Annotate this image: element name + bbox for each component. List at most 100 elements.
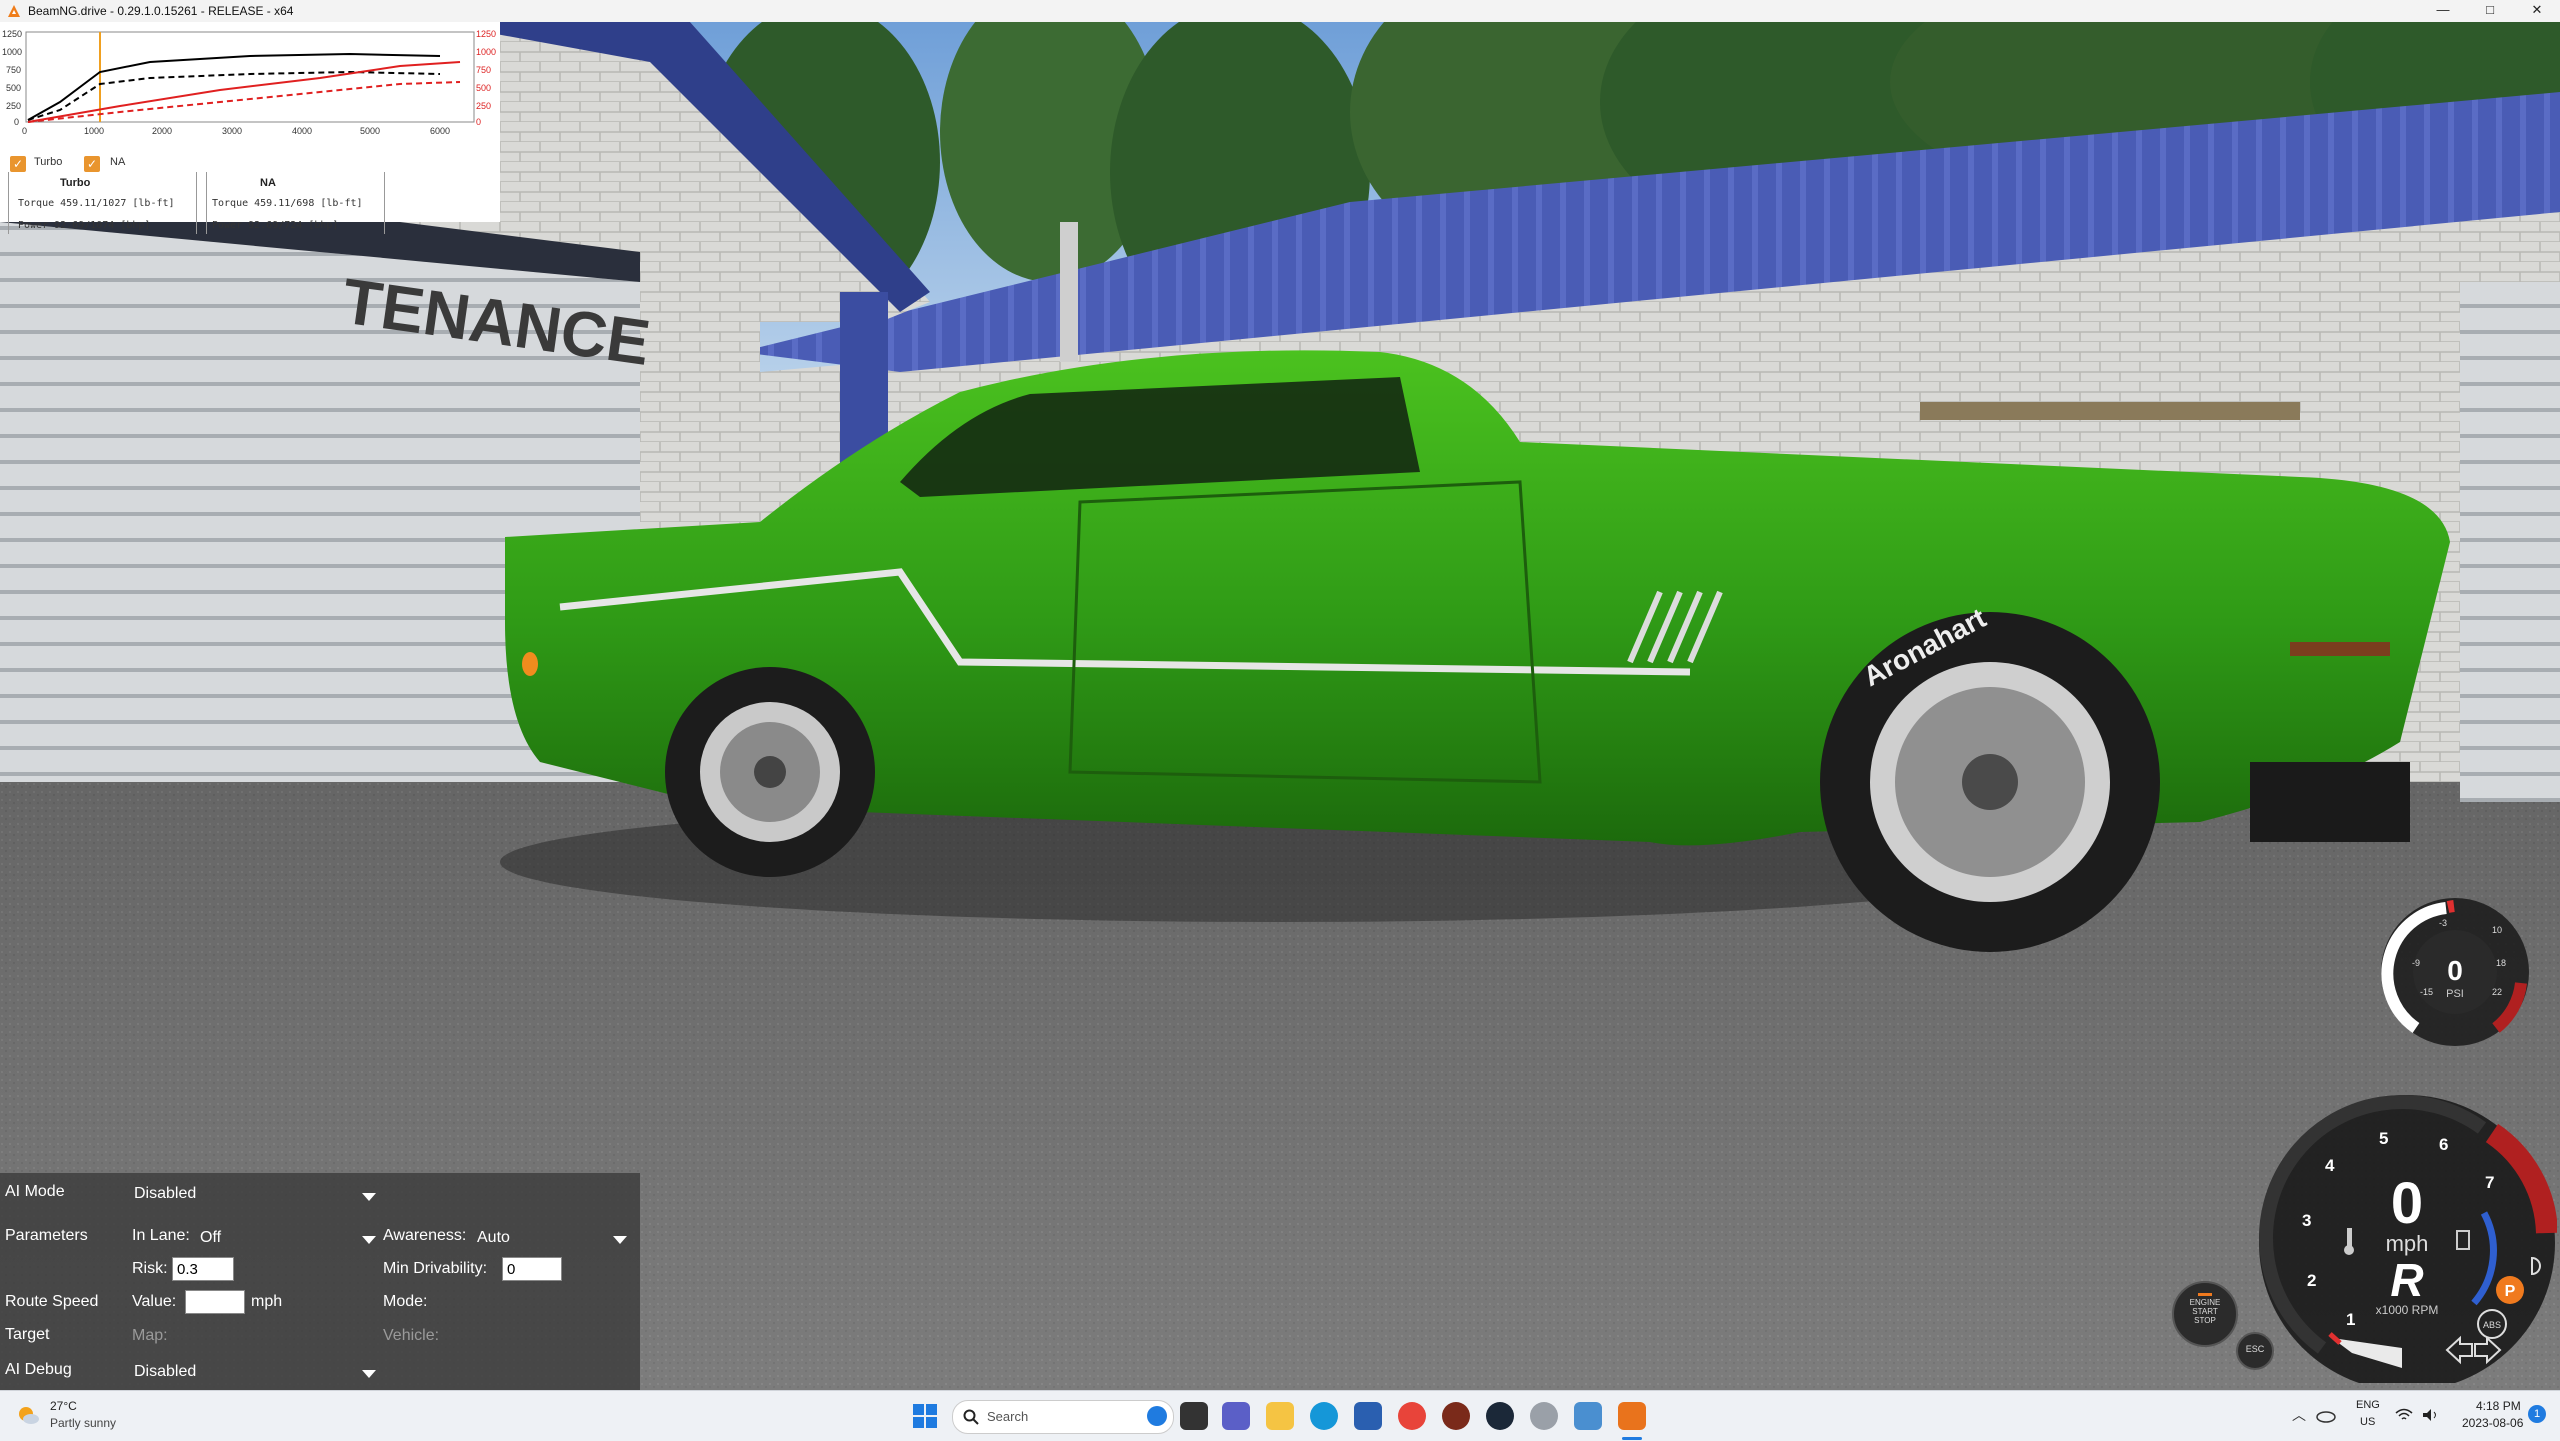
parameters-label: Parameters bbox=[5, 1227, 88, 1244]
language-region[interactable]: US bbox=[2360, 1416, 2375, 1428]
na-checkbox[interactable]: ✓ bbox=[84, 156, 100, 172]
x-tick: 4000 bbox=[292, 126, 312, 136]
awareness-select[interactable]: Auto bbox=[477, 1229, 510, 1247]
notification-badge[interactable]: 1 bbox=[2528, 1405, 2546, 1423]
rpm-tick: 3 bbox=[2302, 1211, 2311, 1230]
route-speed-input[interactable] bbox=[185, 1290, 245, 1314]
clock-date[interactable]: 2023-08-06 bbox=[2462, 1416, 2523, 1430]
engine-btn-line: ENGINE bbox=[2189, 1298, 2221, 1307]
vehicle-label: Vehicle: bbox=[383, 1327, 440, 1344]
edge-browser-icon[interactable] bbox=[1310, 1402, 1338, 1430]
in-lane-label: In Lane: bbox=[132, 1227, 190, 1244]
microsoft-store-icon[interactable] bbox=[1354, 1402, 1382, 1430]
boost-tick: -3 bbox=[2439, 918, 2447, 928]
beamng-taskbar-icon[interactable] bbox=[1618, 1402, 1646, 1430]
engine-start-stop-button[interactable]: ENGINE START STOP bbox=[2172, 1281, 2238, 1347]
ai-debug-label: AI Debug bbox=[5, 1361, 72, 1378]
na-torque-readout: Torque 459.11/698 [lb-ft] bbox=[212, 198, 363, 209]
divider bbox=[384, 172, 385, 234]
file-explorer-icon[interactable] bbox=[1266, 1402, 1294, 1430]
rpm-tick: 7 bbox=[2485, 1173, 2494, 1192]
awareness-label: Awareness: bbox=[383, 1227, 467, 1244]
taskbar-search-box[interactable]: Search bbox=[952, 1400, 1174, 1434]
network-app-icon[interactable] bbox=[1574, 1402, 1602, 1430]
search-placeholder: Search bbox=[987, 1409, 1029, 1424]
divider bbox=[206, 172, 207, 234]
volume-icon[interactable] bbox=[2420, 1405, 2440, 1425]
rpm-tick: 4 bbox=[2325, 1156, 2335, 1175]
na-heading: NA bbox=[260, 177, 276, 189]
chrome-icon[interactable] bbox=[1398, 1402, 1426, 1430]
x-tick: 3000 bbox=[222, 126, 242, 136]
esc-label: ESC bbox=[2245, 1344, 2265, 1354]
window-title-bar: BeamNG.drive - 0.29.1.0.15261 - RELEASE … bbox=[0, 0, 2560, 23]
y2-tick: 1250 bbox=[476, 29, 496, 39]
y-tick: 500 bbox=[6, 83, 21, 93]
onedrive-icon[interactable] bbox=[2316, 1405, 2336, 1425]
in-lane-dropdown-icon[interactable] bbox=[362, 1236, 376, 1244]
ai-mode-select[interactable]: Disabled bbox=[134, 1185, 196, 1203]
show-hidden-icons-chevron[interactable]: ︿ bbox=[2292, 1405, 2306, 1425]
bing-icon bbox=[1147, 1406, 1167, 1426]
x-tick: 0 bbox=[22, 126, 27, 136]
game-app-icon[interactable] bbox=[1442, 1402, 1470, 1430]
ai-debug-select[interactable]: Disabled bbox=[134, 1363, 196, 1381]
abs-label: ABS bbox=[2483, 1320, 2501, 1330]
mode-label: Mode: bbox=[383, 1293, 428, 1310]
weather-description[interactable]: Partly sunny bbox=[50, 1416, 116, 1430]
awareness-dropdown-icon[interactable] bbox=[613, 1236, 627, 1244]
language-code[interactable]: ENG bbox=[2356, 1399, 2380, 1411]
boost-tick: -9 bbox=[2412, 958, 2420, 968]
maximize-button[interactable]: □ bbox=[2467, 0, 2513, 22]
weather-icon[interactable] bbox=[16, 1403, 40, 1427]
torque-curve-chart: 1250 1000 750 500 250 0 1250 1000 750 50… bbox=[2, 29, 496, 136]
graph-left-ticks: 1250 1000 750 500 250 0 bbox=[2, 29, 22, 127]
boost-tick: -15 bbox=[2420, 987, 2433, 997]
start-button[interactable] bbox=[912, 1403, 938, 1429]
turbo-checkbox[interactable]: ✓ bbox=[10, 156, 26, 172]
notification-count: 1 bbox=[2533, 1408, 2541, 1420]
boost-unit: PSI bbox=[2446, 988, 2464, 1000]
settings-app-icon[interactable] bbox=[1530, 1402, 1558, 1430]
weather-temperature[interactable]: 27°C bbox=[50, 1399, 77, 1413]
ai-control-panel: AI Mode Disabled Parameters In Lane: Off… bbox=[0, 1173, 640, 1390]
y2-tick: 750 bbox=[476, 65, 491, 75]
speed-value: 0 bbox=[2391, 1171, 2423, 1236]
y2-tick: 500 bbox=[476, 83, 491, 93]
y-tick: 750 bbox=[6, 65, 21, 75]
risk-label: Risk: bbox=[132, 1260, 168, 1277]
rpm-tick: 1 bbox=[2346, 1310, 2355, 1329]
minimize-button[interactable]: — bbox=[2420, 0, 2466, 22]
torque-power-graph-panel: 1250 1000 750 500 250 0 1250 1000 750 50… bbox=[0, 22, 500, 234]
rear-wheel bbox=[665, 667, 875, 877]
task-view-icon[interactable] bbox=[1180, 1402, 1208, 1430]
min-drivability-input[interactable] bbox=[502, 1257, 562, 1281]
teams-chat-icon[interactable] bbox=[1222, 1402, 1250, 1430]
boost-gauge: -3 10 -9 18 -15 22 0 PSI bbox=[2376, 893, 2534, 1051]
ai-mode-label: AI Mode bbox=[5, 1183, 65, 1200]
ai-debug-dropdown-icon[interactable] bbox=[362, 1370, 376, 1378]
risk-input[interactable] bbox=[172, 1257, 234, 1281]
clock-time[interactable]: 4:18 PM bbox=[2476, 1399, 2521, 1413]
boost-tick: 18 bbox=[2496, 958, 2506, 968]
y2-tick: 250 bbox=[476, 101, 491, 111]
engine-btn-line: STOP bbox=[2194, 1316, 2216, 1325]
engine-btn-line: START bbox=[2192, 1307, 2218, 1316]
route-speed-label: Route Speed bbox=[5, 1293, 99, 1310]
in-lane-select[interactable]: Off bbox=[200, 1229, 221, 1247]
x-tick: 6000 bbox=[430, 126, 450, 136]
na-checkbox-label: NA bbox=[110, 156, 126, 168]
turbo-torque-readout: Torque 459.11/1027 [lb-ft] bbox=[18, 198, 175, 209]
wifi-icon[interactable] bbox=[2394, 1405, 2414, 1425]
y-tick: 1000 bbox=[2, 47, 22, 57]
turbo-power-readout: Power 92.69/1074 [bhp] bbox=[18, 220, 151, 231]
y2-tick: 0 bbox=[476, 117, 481, 127]
close-button[interactable]: ✕ bbox=[2514, 0, 2560, 22]
mph-unit-label: mph bbox=[251, 1293, 283, 1310]
ai-mode-dropdown-icon[interactable] bbox=[362, 1193, 376, 1201]
y2-tick: 1000 bbox=[476, 47, 496, 57]
steam-icon[interactable] bbox=[1486, 1402, 1514, 1430]
y-tick: 0 bbox=[14, 117, 19, 127]
boost-tick: 10 bbox=[2492, 925, 2502, 935]
na-power-readout: Power 92.69/724 [bhp] bbox=[212, 220, 339, 231]
